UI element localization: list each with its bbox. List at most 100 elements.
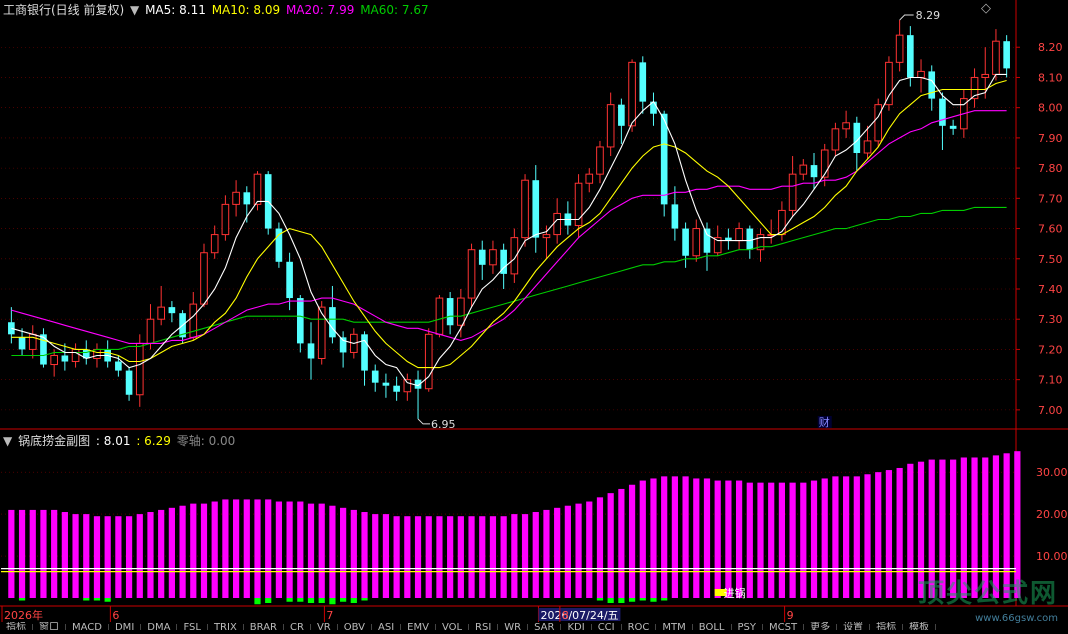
candle-body-up	[788, 173, 797, 211]
candle-body-down	[18, 337, 26, 350]
bottom-tab-6[interactable]: TRIX	[208, 623, 244, 630]
bottom-tab-11[interactable]: ASI	[372, 623, 402, 630]
sub-bar	[693, 478, 700, 598]
sub-bar	[896, 467, 903, 598]
sub-bar	[307, 503, 315, 598]
y-tick-label: 7.00	[1038, 404, 1063, 417]
sub-bar	[543, 509, 550, 598]
bottom-tab-5[interactable]: FSL	[177, 623, 208, 630]
sub-bar	[521, 514, 529, 598]
bottom-tab-3[interactable]: DMI	[109, 623, 142, 630]
bottom-tab-9[interactable]: VR	[311, 623, 338, 630]
bottom-tab-25[interactable]: 设置	[837, 623, 871, 630]
bottom-tab-22[interactable]: PSY	[732, 623, 763, 630]
sub-bar	[136, 514, 143, 598]
sub-bar	[810, 480, 818, 598]
sub-green-bar	[254, 598, 261, 605]
candle-body-down	[810, 165, 818, 178]
candle-body-down	[125, 370, 133, 395]
candle-body-up	[28, 333, 37, 350]
bottom-tab-14[interactable]: RSI	[469, 623, 499, 630]
ma20-label: MA20: 7.99	[285, 3, 355, 17]
sub-bar	[564, 505, 571, 598]
sub-green-bar	[104, 598, 111, 602]
sub-bar	[329, 505, 336, 598]
bottom-tab-15[interactable]: WR	[498, 623, 529, 630]
bottom-tab-26[interactable]: 指标	[870, 623, 904, 630]
bottom-tab-13[interactable]: VOL	[436, 623, 470, 630]
sub-bar	[554, 507, 561, 598]
sub-bar	[125, 516, 133, 598]
sub-bar	[468, 516, 475, 598]
bottom-tab-21[interactable]: BOLL	[693, 623, 732, 630]
candle-body-down	[618, 104, 625, 126]
ma5-line	[11, 73, 1007, 387]
candle-body-up	[135, 342, 144, 396]
sub-dropdown-icon[interactable]: ▼	[3, 434, 12, 448]
candle-body-up	[895, 34, 904, 63]
bottom-tab-12[interactable]: EMV	[401, 623, 436, 630]
sub-bar	[735, 480, 743, 598]
sub-bar	[8, 509, 15, 598]
candle-body-down	[746, 228, 754, 250]
bottom-tab-16[interactable]: SAR	[528, 623, 562, 630]
sub-bar	[265, 499, 272, 598]
candle-body-up	[596, 146, 604, 175]
bottom-tab-18[interactable]: CCI	[592, 623, 622, 630]
zero-axis-label: 零轴: 0.00	[176, 434, 236, 448]
sub-bar	[618, 488, 625, 598]
y-tick-label: 7.90	[1038, 132, 1063, 145]
bottom-tab-27[interactable]: 模板	[903, 623, 937, 630]
bottom-tab-23[interactable]: MCST	[763, 623, 805, 630]
candle-body-down	[478, 249, 486, 265]
y-tick-label: 8.20	[1038, 41, 1063, 54]
sub-bar	[768, 482, 775, 598]
candle-body-down	[115, 361, 122, 371]
candle-body-down	[61, 355, 69, 362]
bottom-tab-7[interactable]: BRAR	[244, 623, 284, 630]
bottom-tab-bar[interactable]: 指标 窗口 MACD DMI DMA FSL TRIX BRAR CR VR OBV ASI EMV VO…	[0, 622, 1068, 630]
sub-bar	[843, 476, 850, 598]
y-tick-label: 7.60	[1038, 223, 1063, 236]
bottom-tab-2[interactable]: MACD	[66, 623, 109, 630]
sub-bar	[447, 516, 454, 598]
dropdown-icon[interactable]: ▼	[130, 3, 139, 17]
sub-bar	[639, 480, 646, 598]
candle-body-down	[296, 298, 304, 344]
sub-bar	[800, 482, 807, 598]
bottom-tab-0[interactable]: 指标	[0, 623, 33, 630]
sub-bar	[875, 472, 882, 598]
diamond-icon[interactable]: ◇	[981, 1, 991, 16]
candle-body-up	[542, 234, 551, 239]
time-label: 6	[112, 609, 119, 622]
high-label: 8.29	[916, 9, 941, 22]
sub-green-bar	[607, 598, 614, 603]
chart-svg: 8.20 8.10 8.00 7.90 7.80 7.70 7.60 7.50 7.40 7.30…	[0, 0, 1068, 622]
sub-bar	[511, 514, 518, 598]
sub-bar	[725, 480, 732, 598]
sub-y-tick-label: 20.00	[1036, 508, 1068, 521]
candle-body-up	[157, 306, 165, 320]
bottom-tab-17[interactable]: KDJ	[561, 623, 592, 630]
candle-body-up	[553, 212, 561, 236]
bottom-tab-10[interactable]: OBV	[338, 623, 372, 630]
candle-body-up	[424, 333, 433, 390]
sub-green-bar	[350, 598, 357, 603]
sub-bar	[393, 516, 400, 598]
sub-y-tick-label: 30.00	[1036, 466, 1068, 479]
candle-body-down	[639, 62, 647, 102]
bottom-tab-4[interactable]: DMA	[141, 623, 178, 630]
fin-marker: 财	[819, 415, 830, 429]
sub-bar	[864, 474, 871, 598]
bottom-tab-8[interactable]: CR	[284, 623, 311, 630]
bottom-tab-1[interactable]: 窗口	[33, 623, 66, 630]
y-tick-label: 7.70	[1038, 192, 1063, 205]
sub-green-bar	[329, 598, 336, 605]
bottom-tab-20[interactable]: MTM	[656, 623, 693, 630]
bottom-tab-24[interactable]: 更多	[804, 623, 838, 630]
bottom-tab-19[interactable]: ROC	[622, 623, 657, 630]
sub-bar	[382, 514, 390, 598]
y-tick-label: 7.40	[1038, 283, 1063, 296]
candle-body-down	[446, 298, 454, 326]
candle-body-up	[863, 140, 872, 154]
